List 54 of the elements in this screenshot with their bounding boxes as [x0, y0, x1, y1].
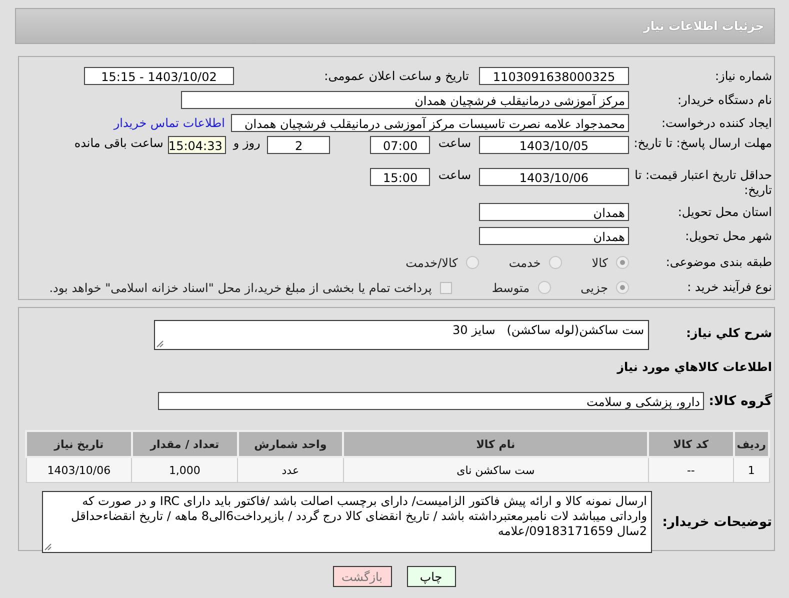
- city-field: همدان: [479, 227, 629, 245]
- table-cell: عدد: [238, 457, 344, 482]
- field-label: توضیحات خریدار:: [661, 514, 773, 530]
- field-label: حداقل تاریخ اعتبار قیمت: تا تاریخ:: [634, 168, 773, 198]
- remaining-time-field: 15:04:33: [168, 136, 226, 154]
- buyer-notes-field: ارسال نمونه کالا و ارائه پیش فاکتور الزامیست/ دارای برچسب اصالت باشد /فاکتور باید دارای IRC و در صورت که وارداتی میباشد لات نامبرمعتبرداشته باشد / تاریخ انقضای کالا درج گردد / بازپرداخت6الی8 ماهه / تاریخ انقضاءحداقل 2سال 09183171659/علامه: [42, 491, 652, 553]
- checkbox-label: پرداخت تمام یا بخشی از مبلغ خرید،از محل "اسناد خزانه اسلامی" خواهد بود.: [49, 280, 432, 294]
- field-label: طبقه بندی موضوعی:: [664, 255, 773, 270]
- field-label: مهلت ارسال پاسخ: تا تاریخ:: [632, 136, 773, 151]
- time-label: ساعت: [438, 168, 471, 182]
- field-label: شهر محل تحویل:: [684, 228, 773, 244]
- radio-label: خدمت: [508, 256, 541, 270]
- column-header: تاریخ نیاز: [26, 431, 132, 457]
- radio-label: کالا: [592, 256, 608, 270]
- radio-label: جزیی: [580, 280, 608, 294]
- radio-label: کالا/خدمت: [406, 256, 458, 270]
- print-button[interactable]: چاپ: [406, 566, 456, 587]
- table-cell: --: [648, 457, 734, 482]
- field-label: تاریخ و ساعت اعلان عمومی:: [323, 68, 470, 84]
- column-header: کد کالا: [648, 431, 734, 457]
- creator-field: محمدجواد علامه نصرت تاسیسات مرکز آموزشی درمانیقلب فرشچیان همدان: [231, 114, 629, 132]
- announce-date-field: 1403/10/02 - 15:15: [84, 67, 234, 85]
- column-header: تعداد / مقدار: [132, 431, 238, 457]
- field-label: نوع فرآیند خرید :: [686, 280, 773, 295]
- column-header: ردیف: [734, 431, 769, 457]
- table-cell: ست ساکشن نای: [343, 457, 648, 482]
- column-header: نام کالا: [343, 431, 648, 457]
- date-field: 1403/10/06: [479, 168, 629, 186]
- radio-label: متوسط: [492, 280, 530, 294]
- remaining-label: ساعت باقی مانده: [74, 136, 164, 150]
- table-cell: 1: [734, 457, 769, 482]
- field-label: شماره نیاز:: [714, 68, 773, 84]
- time-field: 15:00: [370, 168, 430, 186]
- time-label: ساعت: [438, 136, 471, 150]
- section-title: اطلاعات كالاهاي مورد نياز: [616, 360, 772, 374]
- buyer-name-field: مرکز آموزشی درمانیقلب فرشچیان همدان: [181, 91, 629, 109]
- date-field: 1403/10/05: [479, 136, 629, 154]
- description-field: ست ساکشن(لوله ساکشن) سایز 30: [154, 320, 649, 350]
- table-cell: 1403/10/06: [26, 457, 132, 482]
- field-label: شرح کلي نياز:: [685, 325, 773, 341]
- column-header: واحد شمارش: [238, 431, 344, 457]
- table-cell: 1,000: [132, 457, 238, 482]
- days-field: 2: [267, 136, 330, 154]
- days-label: روز و: [233, 136, 260, 150]
- field-label: ایجاد کننده درخواست:: [660, 116, 773, 130]
- goods-group-field: دارو، پزشکی و سلامت: [158, 392, 704, 410]
- time-field: 07:00: [370, 136, 430, 154]
- province-field: همدان: [479, 203, 629, 221]
- field-label: نام دستگاه خریدار:: [676, 92, 773, 108]
- field-label: استان محل تحویل:: [676, 204, 773, 220]
- need-number-field: 1103091638000325: [479, 67, 629, 85]
- buyer-contact-link[interactable]: اطلاعات تماس خریدار: [114, 116, 225, 130]
- page-title: جزئیات اطلاعات نیاز: [15, 8, 775, 44]
- field-label: گروه کالا:: [708, 394, 773, 408]
